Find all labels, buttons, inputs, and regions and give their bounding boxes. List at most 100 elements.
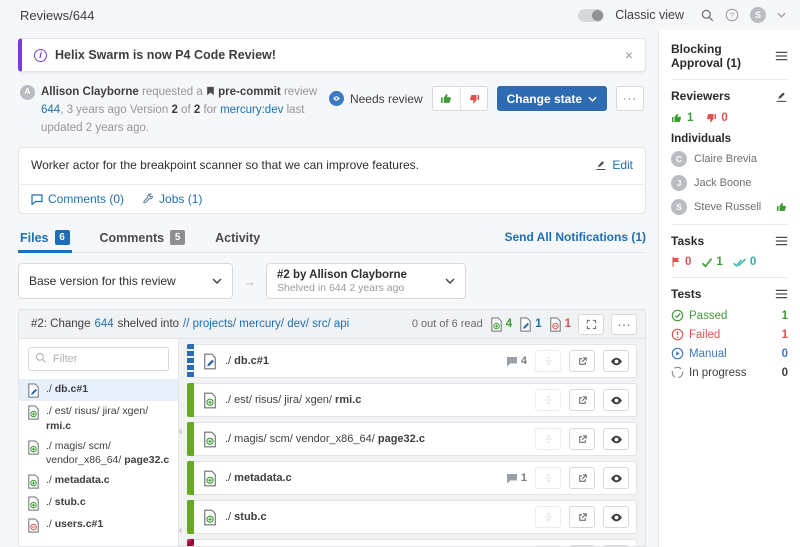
filter-input[interactable]: [28, 347, 169, 371]
review-type: pre-commit: [218, 86, 281, 98]
file-add-icon: [203, 470, 217, 487]
diff-file-row[interactable]: ./ db.c#1 4: [187, 344, 637, 378]
reviewer-row[interactable]: S Steve Russell: [671, 199, 788, 215]
list-icon[interactable]: [775, 289, 788, 299]
jobs-link[interactable]: Jobs (1): [142, 192, 202, 206]
close-icon[interactable]: ×: [625, 48, 633, 62]
open-file-button[interactable]: [569, 428, 595, 450]
file-add-icon: [27, 405, 40, 420]
file-delete-icon: [27, 518, 40, 533]
flag-icon: [671, 256, 682, 268]
passed-icon: [671, 309, 684, 322]
diff-file-row[interactable]: ./ magis/ scm/ vendor_x86_64/ page32.c: [187, 422, 637, 456]
list-icon[interactable]: [775, 236, 788, 246]
tree-item[interactable]: ./ est/ risus/ jira/ xgen/ rmi.c: [19, 401, 178, 435]
mark-read-eye-button[interactable]: [603, 506, 629, 528]
chevron-down-icon[interactable]: [777, 12, 786, 18]
change-state-button[interactable]: Change state: [497, 86, 607, 111]
tree-item[interactable]: ./ db.c#1: [19, 379, 178, 401]
target-version-select[interactable]: #2 by Allison Clayborne Shelved in 644 2…: [266, 263, 466, 299]
expand-all-button[interactable]: [578, 314, 604, 335]
help-icon[interactable]: ?: [725, 8, 739, 22]
open-file-button[interactable]: [569, 545, 595, 546]
test-row[interactable]: Manual 0: [671, 347, 788, 360]
diff-file-row[interactable]: ./ metadata.c 1: [187, 461, 637, 495]
more-actions-button[interactable]: ···: [616, 86, 644, 111]
open-file-button[interactable]: [569, 467, 595, 489]
diff-file-row[interactable]: ./ stub.c: [187, 500, 637, 534]
comment-icon: [506, 473, 518, 484]
collapse-tree-handle[interactable]: ‹: [179, 426, 182, 437]
tasks-summary: 0 1 0: [671, 256, 788, 268]
test-row[interactable]: In progress 0: [671, 366, 788, 379]
collapse-tree-handle[interactable]: ‹: [179, 525, 182, 536]
expand-diff-button: [535, 545, 561, 546]
tab-activity[interactable]: Activity: [213, 227, 262, 252]
arrow-icon: →: [243, 274, 256, 289]
thumbs-up-button[interactable]: [433, 87, 460, 110]
review-id-link[interactable]: 644: [41, 104, 60, 116]
test-row[interactable]: Failed 1: [671, 328, 788, 341]
test-count: 1: [782, 329, 788, 341]
avatar: S: [671, 199, 687, 215]
description-text: Worker actor for the breakpoint scanner …: [31, 158, 595, 172]
comments-label: Comments (0): [48, 192, 124, 206]
downvote-count: 0: [721, 112, 727, 124]
tasks-flagged-count: 0: [685, 256, 691, 268]
tasks-verified-count: 0: [750, 256, 756, 268]
reviewer-row[interactable]: J Jack Boone: [671, 175, 788, 191]
meta-text: , 3 years ago Version: [60, 104, 168, 116]
tab-comments[interactable]: Comments 5: [98, 226, 188, 252]
open-file-button[interactable]: [569, 506, 595, 528]
mark-read-eye-button[interactable]: [603, 467, 629, 489]
change-header: #2: Change 644 shelved into // projects/…: [19, 310, 645, 339]
comment-icon: [31, 194, 43, 205]
search-icon: [35, 352, 47, 364]
diff-file-row[interactable]: ./ users.c#1: [187, 539, 637, 546]
branch-link[interactable]: mercury:dev: [220, 104, 283, 116]
tree-item[interactable]: ./ users.c#1: [19, 514, 178, 536]
comments-link[interactable]: Comments (0): [31, 192, 124, 206]
individuals-label: Individuals: [671, 133, 788, 145]
change-path-link[interactable]: // projects/ mercury/ dev/ src/ api: [183, 318, 349, 330]
base-version-select[interactable]: Base version for this review: [18, 263, 233, 299]
file-edit-icon: [519, 317, 532, 332]
tab-files[interactable]: Files 6: [18, 226, 72, 252]
classic-view-label: Classic view: [615, 8, 684, 22]
adds-count: 4: [490, 317, 512, 332]
change-id-link[interactable]: 644: [94, 318, 113, 330]
open-file-button[interactable]: [569, 389, 595, 411]
diff-file-row[interactable]: ./ est/ risus/ jira/ xgen/ rmi.c: [187, 383, 637, 417]
reviewer-row[interactable]: C Claire Brevia: [671, 151, 788, 167]
thumbs-down-button[interactable]: [460, 87, 487, 110]
expand-diff-button: [535, 428, 561, 450]
tab-comments-label: Comments: [100, 231, 165, 245]
user-avatar[interactable]: S: [750, 7, 766, 23]
list-icon[interactable]: [775, 51, 788, 61]
mark-read-eye-button[interactable]: [603, 350, 629, 372]
panel-more-button[interactable]: ···: [611, 314, 637, 335]
send-notifications-link[interactable]: Send All Notifications (1): [504, 230, 646, 252]
tree-item[interactable]: ./ metadata.c: [19, 470, 178, 492]
edit-description[interactable]: Edit: [595, 158, 633, 172]
tree-item[interactable]: ./ stub.c: [19, 492, 178, 514]
classic-view-toggle[interactable]: [578, 9, 604, 22]
expand-diff-button: [535, 506, 561, 528]
comment-icon: [506, 356, 518, 367]
mark-read-eye-button[interactable]: [603, 428, 629, 450]
target-version-subtitle: Shelved in 644 2 years ago: [277, 282, 407, 295]
delete-bar: [187, 539, 194, 546]
mark-read-eye-button[interactable]: [603, 389, 629, 411]
tests-label: Tests: [671, 287, 701, 301]
review-meta: Allison Clayborne requested a pre-commit…: [41, 84, 329, 137]
tree-item[interactable]: ./ magis/ scm/ vendor_x86_64/ page32.c: [19, 436, 178, 470]
pencil-icon[interactable]: [775, 90, 788, 103]
announcement-banner: i Helix Swarm is now P4 Code Review! ×: [18, 38, 646, 72]
mark-read-eye-button[interactable]: [603, 545, 629, 546]
test-row[interactable]: Passed 1: [671, 309, 788, 322]
comment-count: 1: [506, 472, 527, 484]
open-file-button[interactable]: [569, 350, 595, 372]
file-tree: ./ db.c#1 ./ est/ risus/ jira/ xgen/ rmi…: [19, 339, 179, 546]
chevron-down-icon: [445, 278, 455, 284]
search-icon[interactable]: [701, 9, 714, 22]
